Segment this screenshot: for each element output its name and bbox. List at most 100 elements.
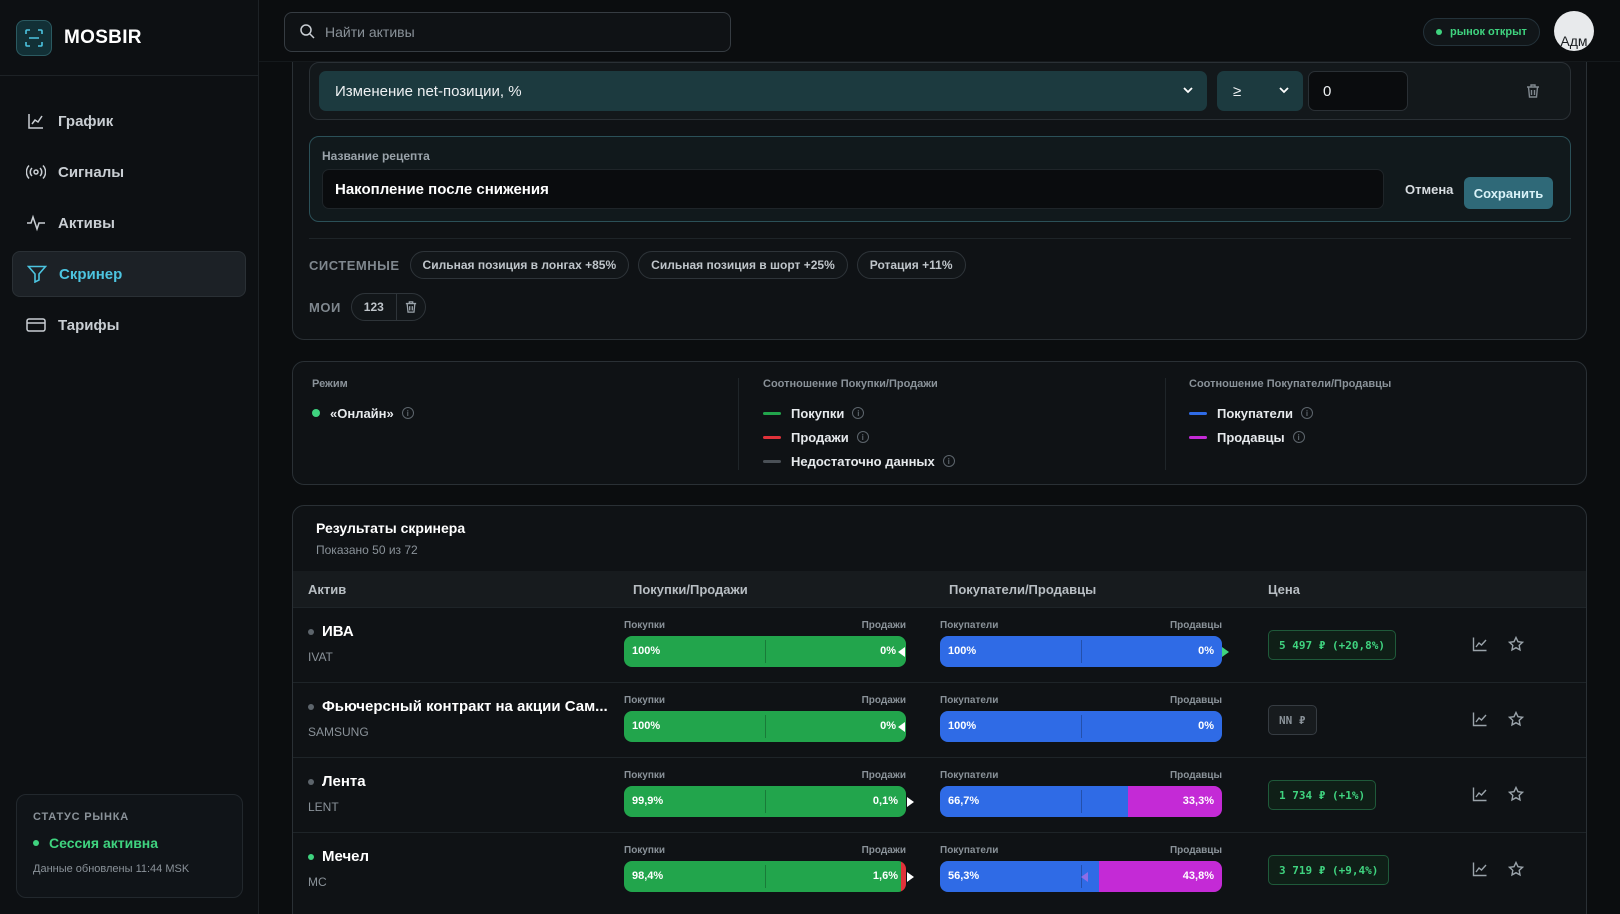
sidebar-item-label: График xyxy=(58,112,114,130)
open-chart-icon[interactable] xyxy=(1471,635,1489,653)
chevron-down-icon xyxy=(1277,83,1291,101)
sidebar-item-assets[interactable]: Активы xyxy=(12,200,246,246)
asset-name[interactable]: Фьючерсный контракт на акции Сам... xyxy=(308,698,608,715)
marker-right-icon xyxy=(907,797,914,807)
save-button[interactable]: Сохранить xyxy=(1464,177,1553,209)
buyers-sellers-bar: Покупатели Продавцы 100% 0% xyxy=(940,695,1222,742)
sidebar-item-tariffs[interactable]: Тарифы xyxy=(12,302,246,348)
recipe-name-label: Название рецепта xyxy=(322,149,430,163)
buy-segment xyxy=(624,861,902,892)
star-icon[interactable] xyxy=(1507,635,1525,653)
buy-sell-bar: Покупки Продажи 98,4% 1,6% xyxy=(624,845,914,892)
buy-value: 100% xyxy=(632,720,661,732)
buy-value: 100% xyxy=(632,645,661,657)
asset-name-text: ИВА xyxy=(322,623,354,640)
table-header: Актив Покупки/Продажи Покупатели/Продавц… xyxy=(293,571,1586,607)
open-chart-icon[interactable] xyxy=(1471,860,1489,878)
legend-mode-title: Режим xyxy=(312,378,348,390)
column-asset[interactable]: Актив xyxy=(308,582,346,597)
condition-operator-value: ≥ xyxy=(1233,82,1242,100)
preset-chip[interactable]: Сильная позиция в шорт +25% xyxy=(638,251,848,279)
midline xyxy=(1081,640,1082,663)
legend-item-buy: Покупки i xyxy=(763,401,955,425)
sell-value: 0,1% xyxy=(872,795,898,807)
buy-sell-bar: Покупки Продажи 99,9% 0,1% xyxy=(624,770,914,817)
info-icon[interactable]: i xyxy=(852,407,865,419)
asset-name[interactable]: ИВА xyxy=(308,623,354,640)
legend-item-online: «Онлайн» i xyxy=(312,401,414,425)
sidebar-item-signals[interactable]: Сигналы xyxy=(12,149,246,195)
preset-chip[interactable]: Ротация +11% xyxy=(856,251,966,279)
buy-sell-bar: Покупки Продажи 100% 0% xyxy=(624,620,906,667)
table-row[interactable]: Мечел MC Покупки Продажи 98,4% 1,6% Покупатели… xyxy=(293,832,1586,907)
price-badge: 5 497 ₽ (+20,8%) xyxy=(1268,630,1396,660)
info-icon[interactable]: i xyxy=(1300,407,1313,419)
column-buyers-sellers[interactable]: Покупатели/Продавцы xyxy=(949,582,1096,597)
sell-value: 0% xyxy=(880,645,896,657)
asset-name-text: Мечел xyxy=(322,848,370,865)
buyers-swatch-icon xyxy=(1189,411,1207,415)
search-box[interactable] xyxy=(284,12,731,52)
asset-name[interactable]: Лента xyxy=(308,773,366,790)
info-icon[interactable]: i xyxy=(942,455,955,467)
info-icon[interactable]: i xyxy=(401,407,414,419)
star-icon[interactable] xyxy=(1507,710,1525,728)
delete-condition-trash-icon[interactable] xyxy=(1523,81,1543,101)
my-preset-label[interactable]: 123 xyxy=(352,294,396,320)
condition-value-input[interactable]: 0 xyxy=(1308,71,1408,111)
delete-preset-trash-icon[interactable] xyxy=(395,294,425,320)
legend-item-label: Продавцы xyxy=(1217,429,1285,445)
buy-swatch-icon xyxy=(763,411,781,415)
asset-status-dot-icon xyxy=(308,853,314,860)
midline xyxy=(765,640,766,663)
condition-operator-select[interactable]: ≥ xyxy=(1217,71,1303,111)
system-presets-row: СИСТЕМНЫЕ Сильная позиция в лонгах +85% … xyxy=(309,251,975,279)
market-open-badge: рынок открыт xyxy=(1423,18,1540,46)
marker-right-icon xyxy=(1222,647,1229,657)
sell-value: 1,6% xyxy=(872,870,898,882)
midline xyxy=(1081,715,1082,738)
preset-chip[interactable]: Сильная позиция в лонгах +85% xyxy=(409,251,630,279)
legend-mode: Режим «Онлайн» i xyxy=(312,378,414,425)
condition-field-select[interactable]: Изменение net-позиции, % xyxy=(319,71,1207,111)
column-price[interactable]: Цена xyxy=(1268,582,1300,597)
status-dot-icon xyxy=(33,840,39,846)
sellers-value: 43,8% xyxy=(1182,870,1214,882)
brand[interactable]: MOSBIR xyxy=(0,0,258,76)
star-icon[interactable] xyxy=(1507,860,1525,878)
table-row[interactable]: Лента LENT Покупки Продажи 99,9% 0,1% Покупате… xyxy=(293,757,1586,832)
cancel-button[interactable]: Отмена xyxy=(1405,177,1453,201)
bar-label-buyers: Покупатели xyxy=(940,845,999,856)
marker-left-icon xyxy=(898,647,905,657)
asset-name[interactable]: Мечел xyxy=(308,848,369,865)
avatar[interactable]: Адм xyxy=(1554,11,1594,51)
asset-ticker: SAMSUNG xyxy=(308,725,369,739)
table-row[interactable]: ИВА IVAT Покупки Продажи 100% 0% Покупатели Про… xyxy=(293,607,1586,682)
legend-buyers-sellers: Соотношение Покупатели/Продавцы Покупате… xyxy=(1189,378,1391,449)
bar-label-buy: Покупки xyxy=(624,620,666,631)
marker-left-icon xyxy=(898,722,905,732)
recipe-name-input[interactable]: Накопление после снижения xyxy=(322,169,1384,209)
info-icon[interactable]: i xyxy=(1292,431,1305,443)
sidebar-item-chart[interactable]: График xyxy=(12,98,246,144)
bar-label-buy: Покупки xyxy=(624,845,666,856)
open-chart-icon[interactable] xyxy=(1471,785,1489,803)
bar-labels: Покупатели Продавцы xyxy=(940,695,1222,711)
sell-value: 0% xyxy=(880,720,896,732)
search-input[interactable] xyxy=(325,24,705,40)
bar-label-sell: Продажи xyxy=(861,620,906,631)
sell-swatch-icon xyxy=(763,435,781,439)
divider xyxy=(1165,378,1166,470)
midline xyxy=(1081,790,1082,813)
condition-value: 0 xyxy=(1323,82,1332,100)
sidebar-item-screener[interactable]: Скринер xyxy=(12,251,246,297)
my-preset-chip: 123 xyxy=(350,293,426,321)
column-buy-sell[interactable]: Покупки/Продажи xyxy=(633,582,748,597)
legend-item-sellers: Продавцы i xyxy=(1189,425,1391,449)
open-chart-icon[interactable] xyxy=(1471,710,1489,728)
table-row[interactable]: Фьючерсный контракт на акции Сам... SAMSU… xyxy=(293,682,1586,757)
info-icon[interactable]: i xyxy=(856,431,869,443)
star-icon[interactable] xyxy=(1507,785,1525,803)
results-count: Показано 50 из 72 xyxy=(316,543,418,557)
legend-item-label: «Онлайн» xyxy=(330,405,394,421)
